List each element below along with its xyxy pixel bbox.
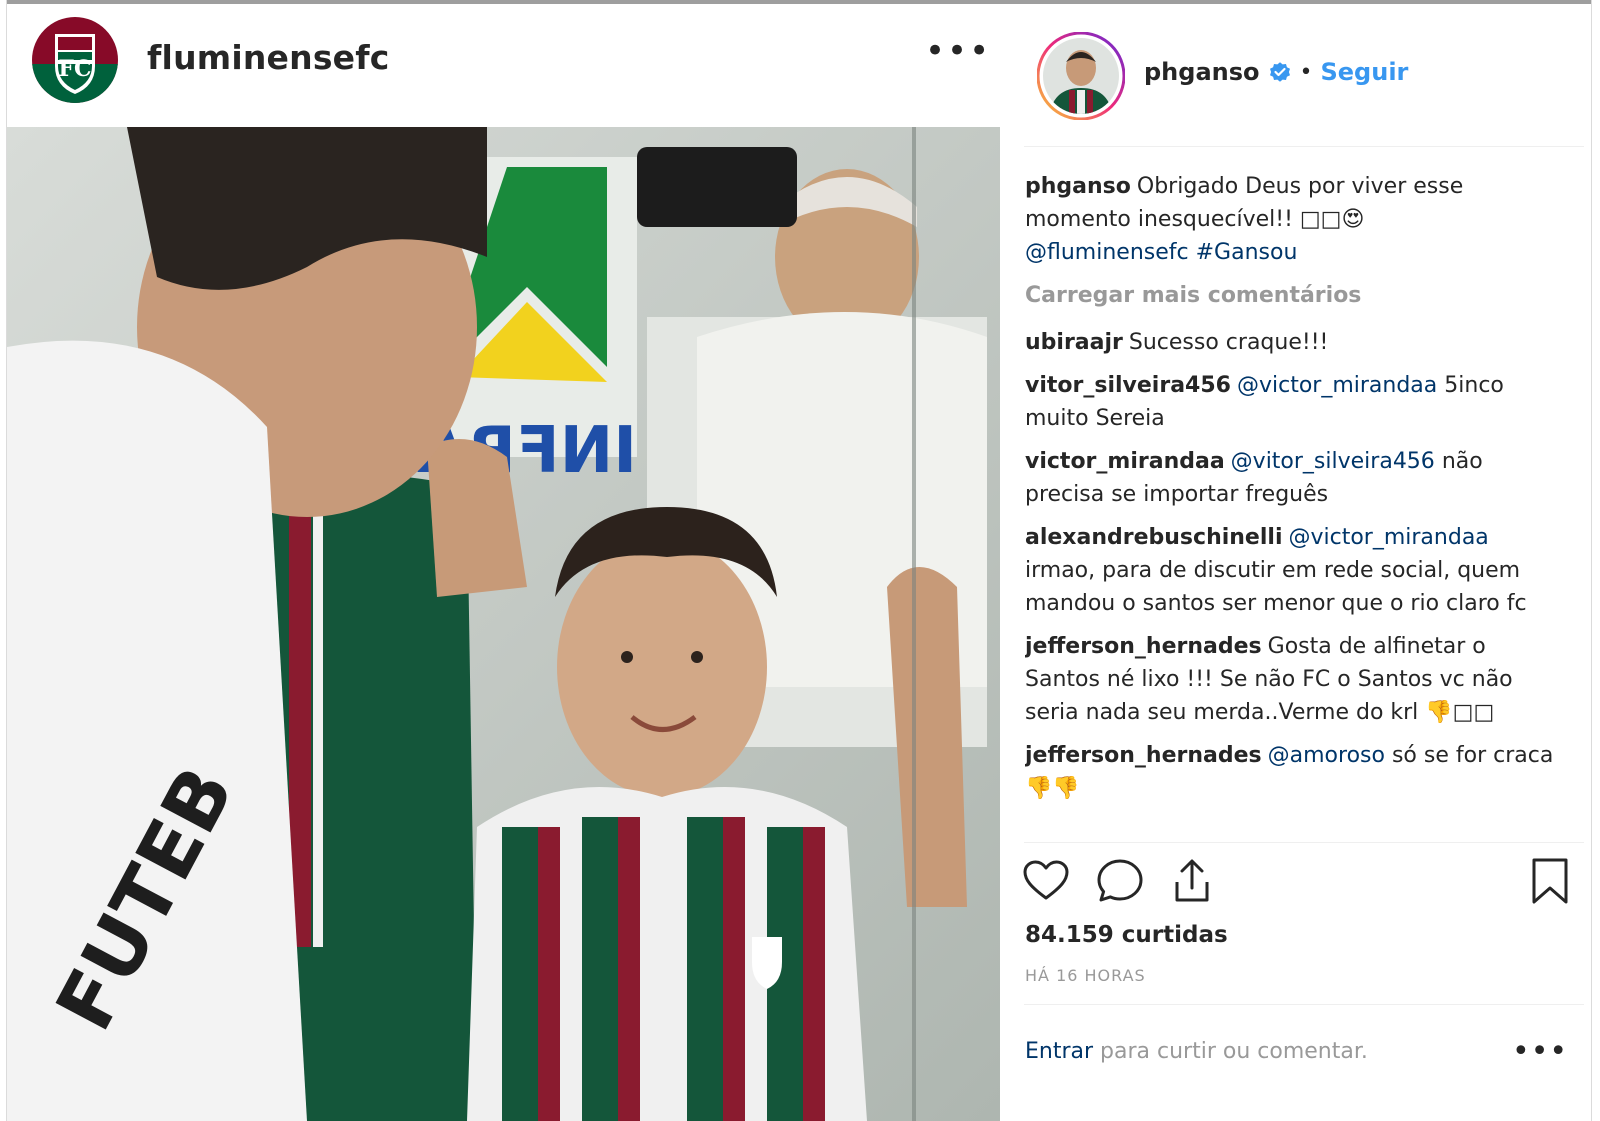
bookmark-icon[interactable] bbox=[1525, 856, 1575, 906]
divider bbox=[1024, 146, 1584, 147]
author-username[interactable]: phganso bbox=[1144, 58, 1260, 86]
comment-mention[interactable]: @vitor_silveira456 bbox=[1231, 449, 1435, 474]
post-photo-illustration: INFRAE FUTEB bbox=[7, 127, 1000, 1121]
fluminense-avatar[interactable]: FC bbox=[31, 16, 119, 104]
post-actions bbox=[1021, 856, 1581, 916]
login-link[interactable]: Entrar bbox=[1025, 1039, 1093, 1064]
heart-icon[interactable] bbox=[1021, 856, 1071, 906]
divider bbox=[1024, 1004, 1584, 1005]
comment-username[interactable]: victor_mirandaa bbox=[1025, 449, 1225, 474]
post-timestamp[interactable]: HÁ 16 HORAS bbox=[1025, 966, 1146, 985]
comment-mention[interactable]: @victor_mirandaa bbox=[1237, 373, 1437, 398]
comment-options-icon[interactable]: ••• bbox=[1512, 1034, 1568, 1069]
overlay-username[interactable]: fluminensefc bbox=[147, 38, 390, 77]
comment-item: ubiraajr Sucesso craque!!! bbox=[1025, 326, 1565, 359]
author-row: phganso • Seguir bbox=[1144, 58, 1408, 86]
comment-text: Sucesso craque!!! bbox=[1128, 330, 1329, 355]
likes-count[interactable]: 84.159 curtidas bbox=[1025, 922, 1228, 948]
login-prompt: Entrar para curtir ou comentar. bbox=[1025, 1039, 1368, 1064]
verified-badge-icon bbox=[1269, 62, 1290, 82]
comment-username[interactable]: vitor_silveira456 bbox=[1025, 373, 1231, 398]
comment-item: alexandrebuschinelli @victor_mirandaa irm… bbox=[1025, 521, 1565, 620]
comment-mention[interactable]: @victor_mirandaa bbox=[1288, 525, 1488, 550]
post-photo[interactable]: INFRAE FUTEB bbox=[7, 127, 1000, 1121]
follow-button[interactable]: Seguir bbox=[1320, 58, 1408, 86]
separator-dot: • bbox=[1299, 59, 1313, 85]
load-more-comments-button[interactable]: Carregar mais comentários bbox=[1025, 279, 1565, 312]
post-sidebar: phganso • Seguir phganso Obrigado Deus po… bbox=[1001, 4, 1591, 1121]
comment-username[interactable]: ubiraajr bbox=[1025, 330, 1123, 355]
comment-icon[interactable] bbox=[1095, 856, 1145, 906]
comment-username[interactable]: alexandrebuschinelli bbox=[1025, 525, 1282, 550]
comment-username[interactable]: jefferson_hernades bbox=[1025, 743, 1262, 768]
author-avatar[interactable] bbox=[1037, 32, 1125, 120]
comment-item: jefferson_hernades @amoroso só se for cra… bbox=[1025, 739, 1565, 805]
share-icon[interactable] bbox=[1167, 856, 1217, 906]
overlay-post-header: FC fluminensefc ••• bbox=[7, 4, 1000, 127]
window-right-scrollbar[interactable] bbox=[1591, 0, 1600, 1121]
comment-item: jefferson_hernades Gosta de alfinetar o S… bbox=[1025, 630, 1565, 729]
caption-mention[interactable]: @fluminensefc bbox=[1025, 240, 1189, 265]
window-left-border bbox=[0, 0, 7, 1121]
caption-hashtag[interactable]: #Gansou bbox=[1196, 240, 1298, 265]
comment-item: victor_mirandaa @vitor_silveira456 não pr… bbox=[1025, 445, 1565, 511]
comments-list[interactable]: phganso Obrigado Deus por viver esse mome… bbox=[1025, 170, 1565, 842]
more-options-icon[interactable]: ••• bbox=[925, 34, 991, 68]
caption-username[interactable]: phganso bbox=[1025, 174, 1131, 199]
comment-username[interactable]: jefferson_hernades bbox=[1025, 634, 1262, 659]
svg-text:FC: FC bbox=[58, 56, 91, 82]
comment-item: vitor_silveira456 @victor_mirandaa 5inco … bbox=[1025, 369, 1565, 435]
login-prompt-text: para curtir ou comentar. bbox=[1100, 1039, 1368, 1064]
divider bbox=[1024, 842, 1584, 843]
comment-mention[interactable]: @amoroso bbox=[1268, 743, 1385, 768]
caption: phganso Obrigado Deus por viver esse mome… bbox=[1025, 170, 1565, 269]
comment-text: irmao, para de discutir em rede social, … bbox=[1025, 558, 1527, 616]
